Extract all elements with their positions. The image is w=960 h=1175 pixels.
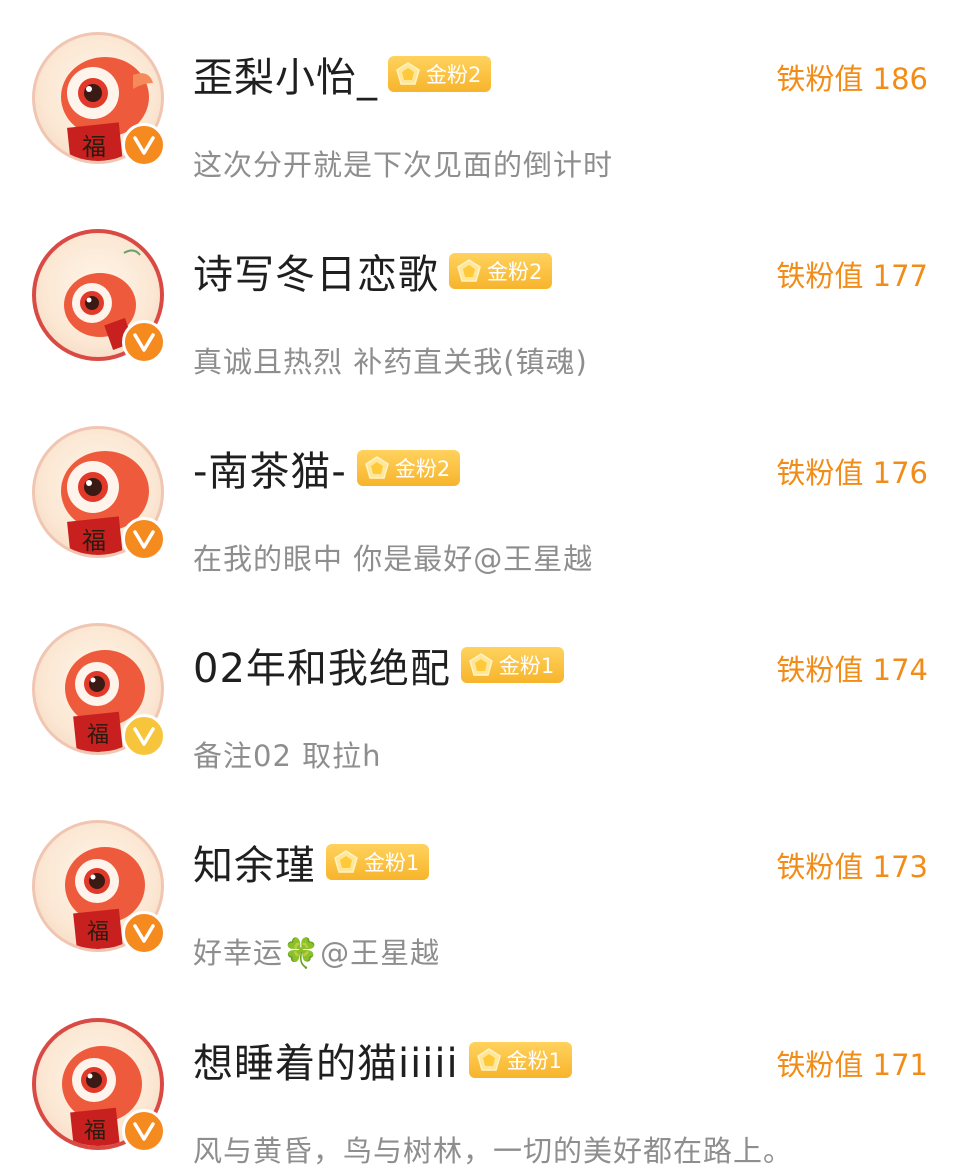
verified-icon — [122, 320, 166, 364]
fan-score: 铁粉值 173 — [776, 850, 928, 884]
fan-bio: 备注02 取拉h — [193, 739, 382, 773]
fan-level-badge: 金粉2 — [356, 450, 461, 486]
gold-gem-icon — [365, 456, 389, 479]
gold-gem-icon — [469, 653, 493, 676]
fan-bio: 在我的眼中 你是最好@王星越 — [193, 542, 594, 576]
fan-score: 铁粉值 171 — [776, 1048, 928, 1082]
svg-text:福: 福 — [82, 133, 106, 161]
fan-list: 福 歪梨小怡_ 金粉2 这次分开就是下次见面的倒计时 铁粉值 186 诗写冬日恋… — [0, 0, 960, 1175]
fan-name[interactable]: 诗写冬日恋歌 — [193, 242, 439, 300]
fan-level-badge: 金粉1 — [326, 844, 430, 880]
fan-name[interactable]: 歪梨小怡_ — [193, 45, 378, 103]
fan-row[interactable]: 福 想睡着的猫iiiii 金粉1 风与黄昏，鸟与树林，一切的美好都在路上。 铁粉… — [0, 1018, 960, 1175]
fan-score: 铁粉值 177 — [776, 259, 928, 293]
fan-score: 铁粉值 174 — [776, 653, 928, 687]
svg-text:福: 福 — [82, 527, 106, 555]
fan-name[interactable]: 知余瑾 — [193, 833, 316, 891]
fan-bio: 好幸运🍀@王星越 — [193, 936, 441, 970]
fan-name[interactable]: 02年和我绝配 — [193, 636, 451, 694]
verified-icon — [122, 1109, 166, 1153]
gold-gem-icon — [457, 259, 481, 282]
gold-gem-icon — [334, 850, 358, 873]
fan-score: 铁粉值 186 — [776, 62, 928, 96]
fan-row[interactable]: 福 -南茶猫- 金粉2 在我的眼中 你是最好@王星越 铁粉值 176 — [0, 426, 960, 596]
fan-score: 铁粉值 176 — [776, 456, 928, 490]
fan-level-label: 金粉2 — [394, 457, 451, 481]
name-line: 诗写冬日恋歌 金粉2 — [193, 242, 553, 300]
fan-level-label: 金粉2 — [487, 260, 543, 284]
fan-row[interactable]: 诗写冬日恋歌 金粉2 真诚且热烈 补药直关我(镇魂) 铁粉值 177 — [0, 229, 960, 399]
svg-text:福: 福 — [84, 1119, 106, 1144]
gold-gem-icon — [396, 62, 420, 85]
svg-text:福: 福 — [87, 920, 109, 945]
gold-gem-icon — [476, 1048, 501, 1071]
fan-level-badge: 金粉1 — [468, 1042, 572, 1078]
fan-name[interactable]: 想睡着的猫iiiii — [193, 1031, 459, 1089]
fan-level-badge: 金粉2 — [449, 253, 553, 289]
fan-row[interactable]: 福 知余瑾 金粉1 好幸运🍀@王星越 铁粉值 173 — [0, 820, 960, 990]
name-line: 想睡着的猫iiiii 金粉1 — [193, 1032, 572, 1088]
fan-level-label: 金粉2 — [426, 63, 482, 87]
verified-icon — [122, 911, 166, 955]
fan-level-label: 金粉1 — [506, 1049, 562, 1073]
fan-bio: 风与黄昏，鸟与树林，一切的美好都在路上。 — [193, 1134, 794, 1168]
name-line: 知余瑾 金粉1 — [193, 833, 430, 891]
svg-text:福: 福 — [87, 723, 109, 748]
verified-icon — [122, 123, 166, 167]
name-line: 02年和我绝配 金粉1 — [193, 636, 565, 694]
fan-bio: 真诚且热烈 补药直关我(镇魂) — [193, 345, 588, 379]
fan-level-badge: 金粉2 — [388, 56, 492, 92]
fan-row[interactable]: 福 歪梨小怡_ 金粉2 这次分开就是下次见面的倒计时 铁粉值 186 — [0, 32, 960, 202]
name-line: -南茶猫- 金粉2 — [193, 439, 461, 497]
fan-name[interactable]: -南茶猫- — [193, 439, 347, 497]
name-line: 歪梨小怡_ 金粉2 — [193, 45, 492, 103]
fan-level-label: 金粉1 — [498, 654, 555, 678]
verified-icon — [122, 517, 166, 561]
verified-icon — [122, 714, 166, 758]
fan-row[interactable]: 福 02年和我绝配 金粉1 备注02 取拉h 铁粉值 174 — [0, 623, 960, 793]
fan-level-label: 金粉1 — [364, 851, 420, 875]
fan-level-badge: 金粉1 — [460, 647, 565, 683]
fan-bio: 这次分开就是下次见面的倒计时 — [193, 148, 614, 182]
